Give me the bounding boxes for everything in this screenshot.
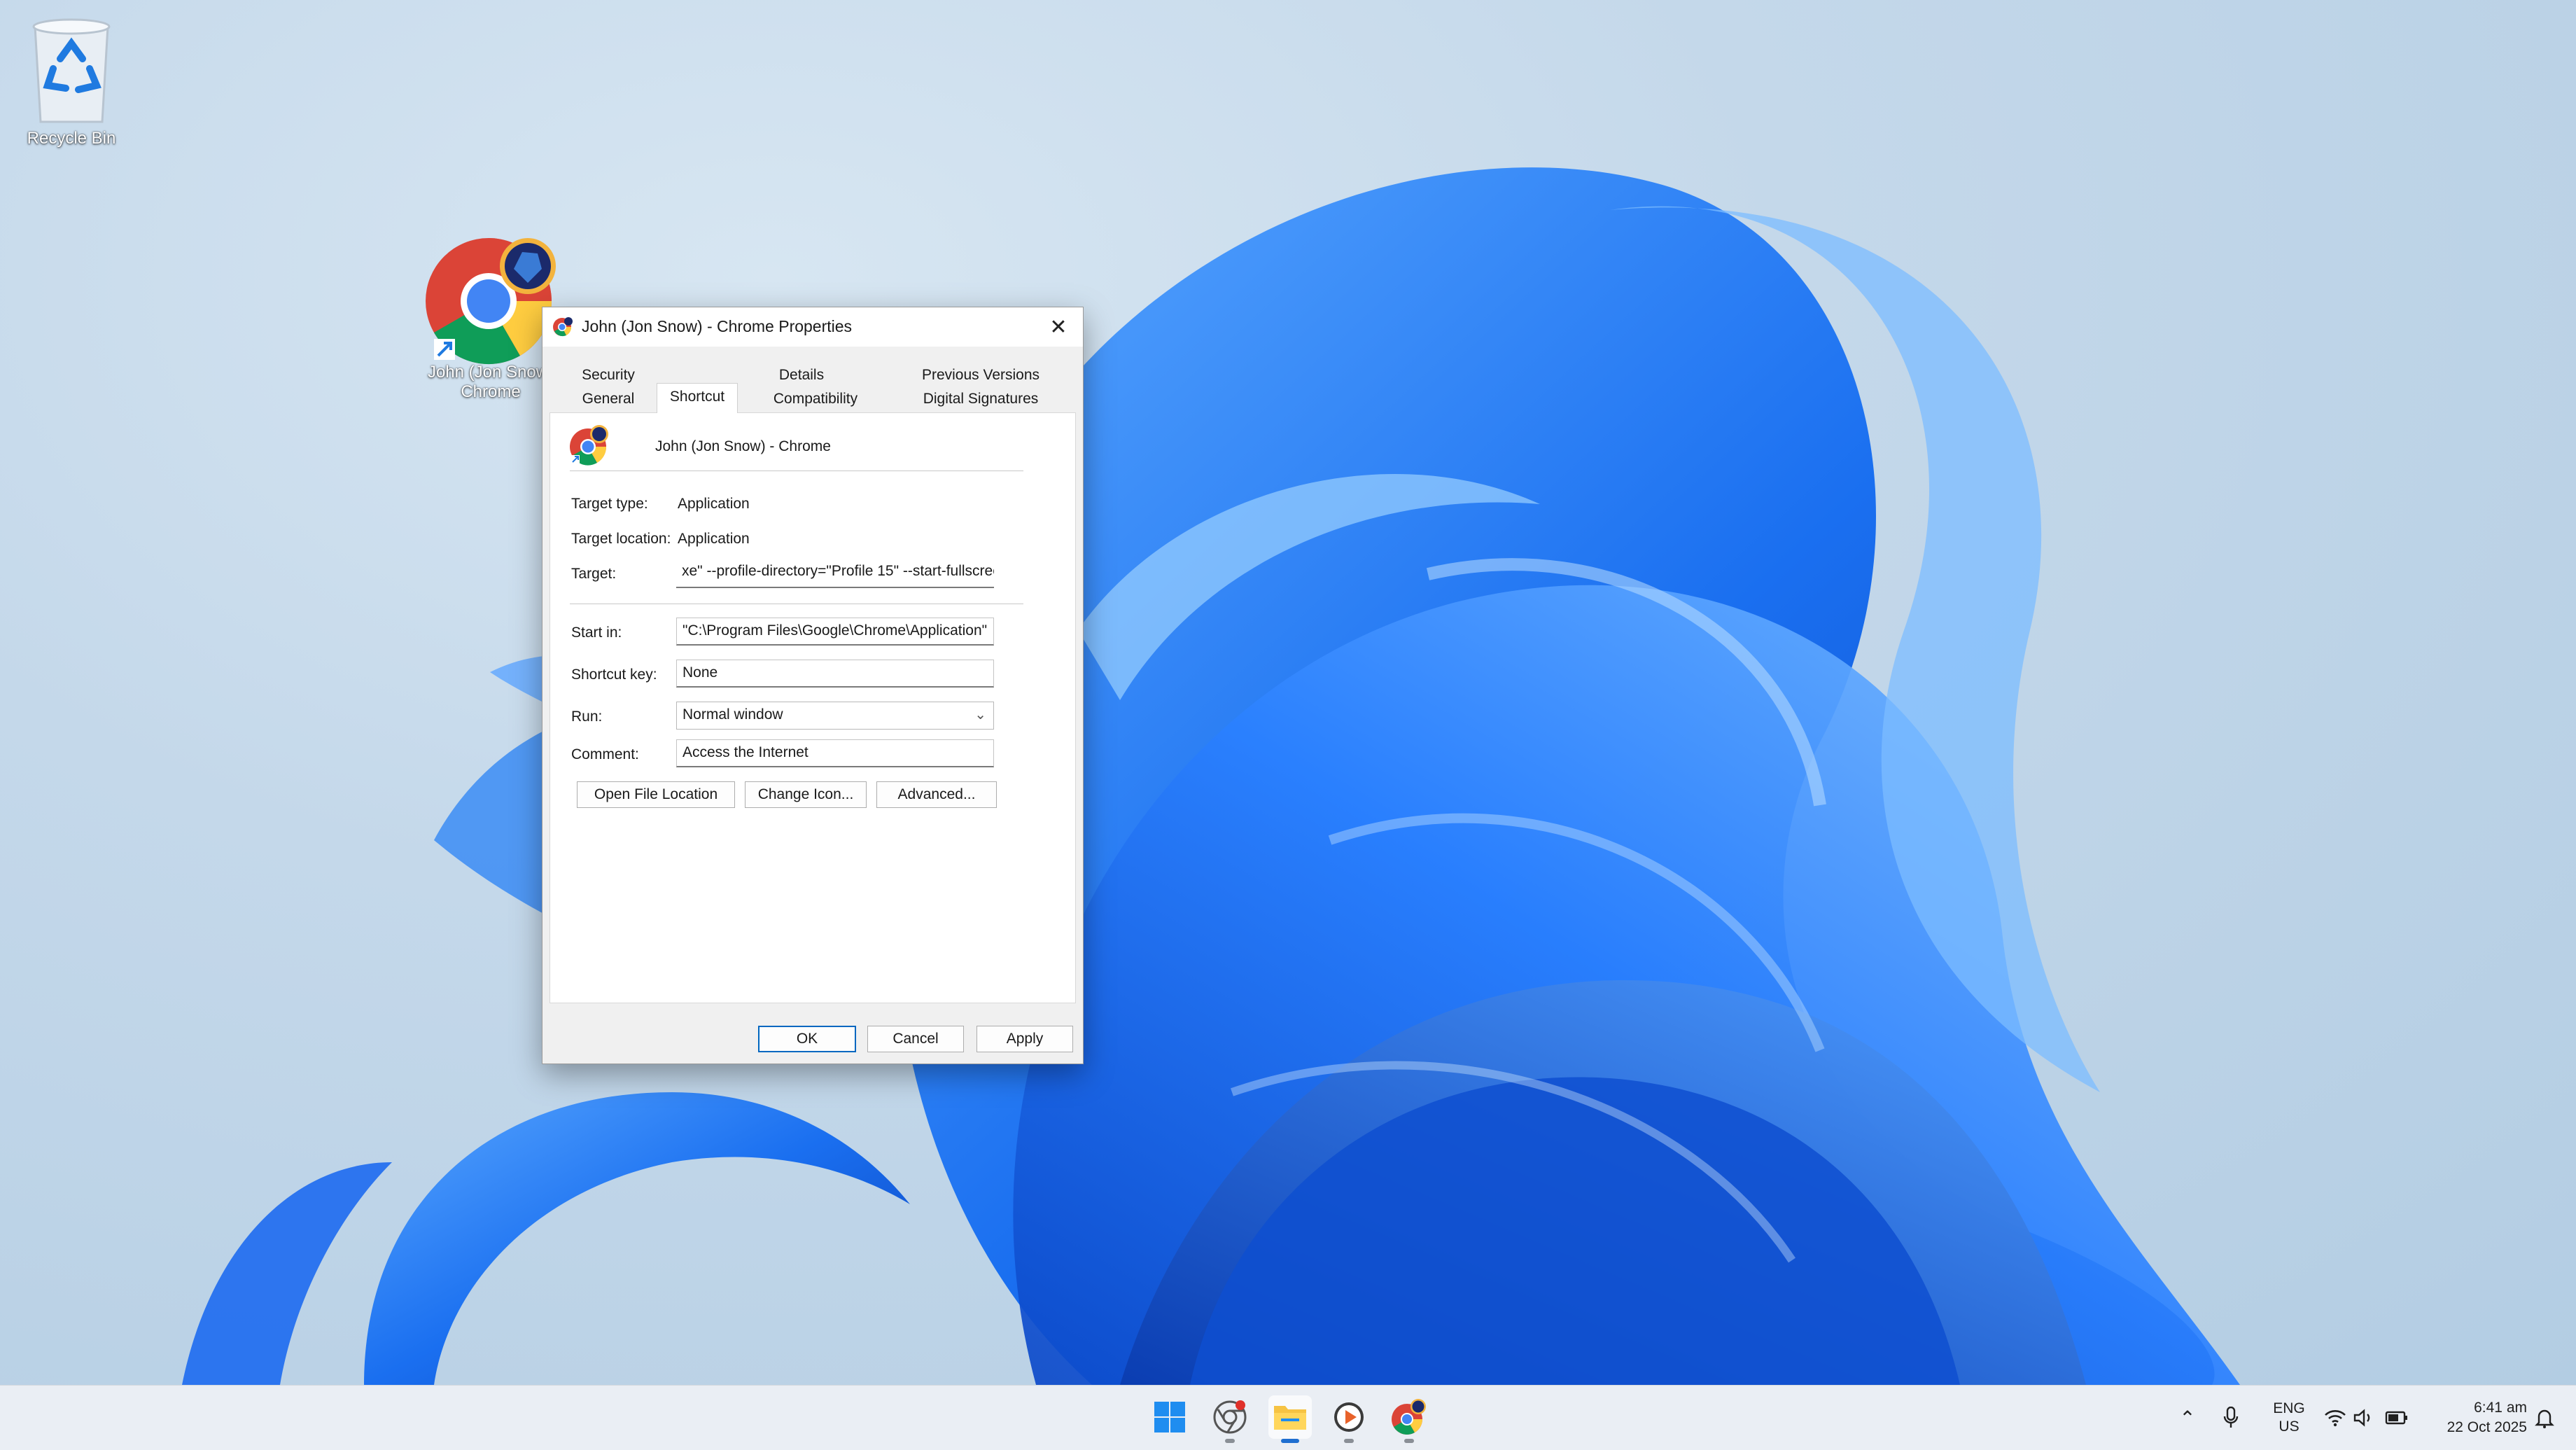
wallpaper-bloom — [182, 167, 2240, 1385]
network-button[interactable] — [2323, 1404, 2348, 1432]
dialog-title: John (Jon Snow) - Chrome Properties — [582, 317, 853, 335]
tab-shortcut[interactable]: Shortcut — [657, 383, 738, 413]
properties-dialog: John (Jon Snow) - Chrome Properties ✕ Se… — [542, 307, 1084, 1064]
clock-time: 6:41 am — [2474, 1400, 2527, 1416]
tab-security[interactable]: Security — [566, 363, 650, 387]
chrome-icon — [1213, 1400, 1247, 1434]
comment-label: Comment: — [571, 746, 639, 762]
chrome-shortcut-label-line2: Chrome — [461, 382, 521, 401]
comment-input[interactable]: Access the Internet — [676, 739, 994, 767]
tab-general[interactable]: General — [566, 387, 650, 411]
chevron-down-icon: ⌄ — [974, 707, 986, 723]
shortcut-key-label: Shortcut key: — [571, 667, 657, 683]
target-location-value: Application — [678, 531, 750, 547]
chrome-title-icon — [553, 317, 573, 337]
run-label: Run: — [571, 709, 603, 725]
ok-button[interactable]: OK — [758, 1026, 856, 1052]
open-file-location-button[interactable]: Open File Location — [577, 781, 735, 808]
target-type-label: Target type: — [571, 496, 648, 512]
start-in-input[interactable]: "C:\Program Files\Google\Chrome\Applicat… — [676, 618, 994, 646]
desktop: Recycle Bin John (Jon Snow) Chrome — [0, 0, 2576, 1385]
microphone-button[interactable] — [2219, 1404, 2243, 1432]
taskbar-file-explorer[interactable] — [1268, 1395, 1312, 1443]
taskbar-chrome[interactable] — [1208, 1395, 1252, 1443]
running-indicator — [1344, 1439, 1354, 1443]
battery-icon — [2385, 1411, 2407, 1425]
separator — [570, 470, 1023, 471]
microphone-icon — [2223, 1407, 2239, 1428]
run-select[interactable]: Normal window ⌄ — [676, 702, 994, 730]
clock-date: 22 Oct 2025 — [2446, 1419, 2527, 1435]
dialog-titlebar[interactable]: John (Jon Snow) - Chrome Properties ✕ — [542, 307, 1083, 347]
tab-previous-versions[interactable]: Previous Versions — [890, 363, 1072, 387]
chrome-shortcut-label-line1: John (Jon Snow) — [427, 363, 554, 382]
clock[interactable]: 6:41 am 22 Oct 2025 — [2422, 1398, 2527, 1437]
taskbar-media-player[interactable] — [1327, 1395, 1371, 1443]
recycle-bin-label: Recycle Bin — [27, 129, 116, 148]
target-location-label: Target location: — [571, 531, 671, 547]
app-name: John (Jon Snow) - Chrome — [655, 438, 831, 454]
recycle-bin-icon — [32, 18, 111, 123]
target-label: Target: — [571, 566, 617, 582]
tab-details[interactable]: Details — [760, 363, 844, 387]
chrome-profile-icon — [426, 238, 556, 365]
media-player-icon — [1334, 1402, 1364, 1432]
start-in-label: Start in: — [571, 625, 622, 641]
advanced-button[interactable]: Advanced... — [876, 781, 997, 808]
tab-digital-signatures[interactable]: Digital Signatures — [890, 387, 1072, 411]
battery-button[interactable] — [2384, 1404, 2409, 1432]
start-button[interactable] — [1148, 1395, 1191, 1439]
running-indicator — [1225, 1439, 1235, 1443]
running-indicator — [1281, 1439, 1299, 1443]
close-icon: ✕ — [1049, 315, 1068, 339]
tab-compatibility[interactable]: Compatibility — [760, 387, 872, 411]
language-line1: ENG — [2273, 1400, 2305, 1416]
start-icon — [1154, 1402, 1185, 1432]
chrome-shortcut-desktop-icon[interactable]: John (Jon Snow) Chrome — [424, 234, 557, 402]
language-indicator[interactable]: ENG US — [2267, 1400, 2311, 1436]
shortcut-key-input[interactable]: None — [676, 660, 994, 688]
apply-button[interactable]: Apply — [976, 1026, 1073, 1052]
taskbar-chrome-profile[interactable] — [1387, 1395, 1431, 1443]
close-button[interactable]: ✕ — [1034, 307, 1083, 347]
show-hidden-icons-button[interactable]: ⌃ — [2177, 1404, 2198, 1432]
app-icon — [570, 425, 608, 466]
shortcut-tab-panel: John (Jon Snow) - Chrome Target type: Ap… — [550, 412, 1076, 1003]
taskbar: ⌃ ENG US 6:41 am 22 Oct 2025 — [0, 1385, 2576, 1450]
chrome-profile-icon — [1392, 1399, 1426, 1435]
recycle-bin-desktop-icon[interactable]: Recycle Bin — [1, 10, 141, 148]
notifications-button[interactable] — [2533, 1404, 2556, 1432]
wifi-icon — [2325, 1410, 2346, 1427]
cancel-button[interactable]: Cancel — [867, 1026, 964, 1052]
run-select-value: Normal window — [682, 706, 783, 723]
running-indicator — [1404, 1439, 1414, 1443]
file-explorer-icon — [1274, 1406, 1306, 1430]
change-icon-button[interactable]: Change Icon... — [745, 781, 867, 808]
notification-bell-icon — [2535, 1409, 2554, 1428]
chevron-up-icon: ⌃ — [2179, 1407, 2196, 1429]
volume-icon — [2353, 1409, 2370, 1427]
volume-button[interactable] — [2352, 1404, 2376, 1432]
target-type-value: Application — [678, 496, 750, 512]
language-line2: US — [2278, 1418, 2300, 1435]
target-input[interactable]: xe" --profile-directory="Profile 15" --s… — [676, 557, 994, 588]
